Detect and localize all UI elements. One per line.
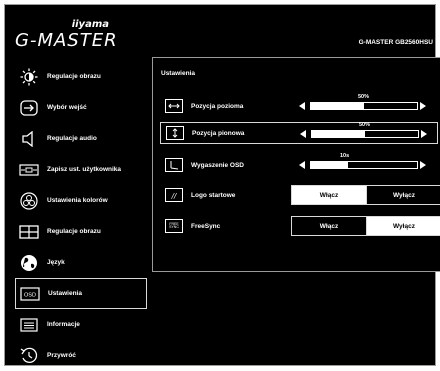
slider-fill xyxy=(311,103,364,109)
sidebar-menu: Regulacje obrazu Wybór wejść Regulacje a… xyxy=(15,61,147,371)
slider-fill xyxy=(312,131,365,137)
row-label: Pozycja pionowa xyxy=(192,129,245,137)
slider-track xyxy=(311,130,419,138)
sidebar-item-input[interactable]: Wybór wejść xyxy=(15,92,147,123)
slider-value: 50% xyxy=(359,122,371,128)
sidebar-item-label: Zapisz ust. użytkownika xyxy=(47,166,122,173)
osd-icon-text: OSD xyxy=(24,292,36,298)
logo-off-button[interactable]: Wyłącz xyxy=(366,185,440,205)
brand-gmaster: G-MASTER xyxy=(15,30,118,51)
svg-text://: // xyxy=(171,192,177,199)
slider-value: 10s xyxy=(340,153,350,159)
sidebar-item-picture[interactable]: Regulacje obrazu xyxy=(15,61,147,92)
color-icon xyxy=(19,191,39,210)
sidebar-item-label: Język xyxy=(47,259,65,266)
brightness-icon xyxy=(19,68,39,86)
brand-iiyama: iiyama xyxy=(71,19,109,30)
sidebar-item-language[interactable]: Język xyxy=(15,247,147,278)
sidebar-item-label: Regulacje audio xyxy=(47,135,97,142)
sidebar-item-audio[interactable]: Regulacje audio xyxy=(15,123,147,154)
row-startup-logo[interactable]: // Logo startowe Włącz Wyłącz xyxy=(161,184,440,206)
vertical-position-slider[interactable]: 50% xyxy=(297,122,427,145)
sidebar-item-label: Ustawienia kolorów xyxy=(47,197,108,204)
row-label: Pozycja pozioma xyxy=(191,102,244,110)
vertical-position-icon xyxy=(166,126,184,140)
slider-fill xyxy=(311,162,349,168)
globe-icon xyxy=(19,254,39,272)
input-icon xyxy=(19,99,39,117)
row-freesync[interactable]: FREE SYNC FreeSync Włącz Wyłącz xyxy=(161,215,440,237)
logo-icon: // xyxy=(165,188,183,202)
sidebar-item-label: Informacje xyxy=(47,321,80,328)
sidebar-item-label: Ustawienia xyxy=(48,290,82,297)
picture-adjust-icon xyxy=(19,223,39,241)
save-settings-icon xyxy=(19,161,39,179)
panel-title: Ustawienia xyxy=(161,70,195,77)
model-name: G-MASTER GB2560HSU xyxy=(358,39,433,46)
freesync-on-button[interactable]: Włącz xyxy=(291,216,367,236)
osd-icon: OSD xyxy=(20,285,40,303)
row-label: FreeSync xyxy=(191,222,221,230)
sidebar-item-info[interactable]: Informacje xyxy=(15,309,147,340)
row-label: Wygaszenie OSD xyxy=(191,161,244,169)
increase-arrow-icon[interactable] xyxy=(420,161,426,169)
sidebar-item-label: Wybór wejść xyxy=(47,104,87,111)
sidebar-item-color[interactable]: Ustawienia kolorów xyxy=(15,185,147,216)
settings-panel: Ustawienia Pozycja pozioma 50% Pozycja p… xyxy=(152,57,440,272)
horizontal-position-icon xyxy=(165,99,183,113)
horizontal-position-slider[interactable]: 50% xyxy=(296,94,426,117)
sidebar-item-label: Regulacje obrazu xyxy=(47,73,101,80)
slider-value: 50% xyxy=(358,94,370,100)
decrease-arrow-icon[interactable] xyxy=(300,130,306,138)
freesync-icon: FREE SYNC xyxy=(165,219,183,233)
monitor-osd: iiyama G-MASTER G-MASTER GB2560HSU Regul… xyxy=(4,4,440,366)
sidebar-item-settings[interactable]: OSD Ustawienia xyxy=(15,278,147,309)
slider-track xyxy=(310,161,418,169)
sidebar-item-label: Regulacje obrazu xyxy=(47,228,101,235)
row-vertical-position[interactable]: Pozycja pionowa 50% xyxy=(160,122,438,144)
freesync-off-button[interactable]: Wyłącz xyxy=(366,216,440,236)
decrease-arrow-icon[interactable] xyxy=(299,102,305,110)
osd-timeout-slider[interactable]: 10s xyxy=(296,153,426,176)
sidebar-item-save-user[interactable]: Zapisz ust. użytkownika xyxy=(15,154,147,185)
decrease-arrow-icon[interactable] xyxy=(299,161,305,169)
sidebar-item-label: Przywróć xyxy=(47,352,76,359)
increase-arrow-icon[interactable] xyxy=(421,130,427,138)
slider-track xyxy=(310,102,418,110)
speaker-icon xyxy=(19,130,39,148)
logo-on-button[interactable]: Włącz xyxy=(291,185,367,205)
row-osd-timeout[interactable]: Wygaszenie OSD 10s xyxy=(161,153,437,176)
sidebar-item-picture-adjust[interactable]: Regulacje obrazu xyxy=(15,216,147,247)
info-icon xyxy=(19,316,39,334)
reset-icon xyxy=(19,347,39,365)
increase-arrow-icon[interactable] xyxy=(420,102,426,110)
row-horizontal-position[interactable]: Pozycja pozioma 50% xyxy=(161,94,437,117)
brand-logo: iiyama G-MASTER xyxy=(15,19,125,53)
osd-timeout-icon xyxy=(165,158,183,172)
sidebar-item-reset[interactable]: Przywróć xyxy=(15,340,147,371)
row-label: Logo startowe xyxy=(191,191,236,199)
